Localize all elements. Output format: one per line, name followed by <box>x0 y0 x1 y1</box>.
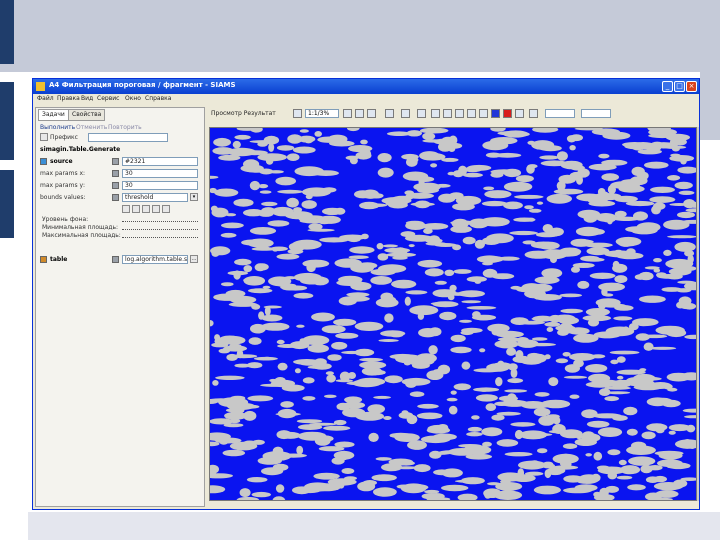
param-field[interactable]: 30 <box>122 181 198 190</box>
segmented-image[interactable] <box>209 127 697 501</box>
slide-accent-bar-3 <box>0 170 14 238</box>
minimize-button[interactable]: _ <box>662 81 673 92</box>
menu-window[interactable]: Окно <box>125 95 141 102</box>
slider-track[interactable] <box>122 233 198 238</box>
slider-label: Максимальная площадь: <box>42 232 121 239</box>
tool-icon[interactable] <box>142 205 150 213</box>
param-field[interactable]: threshold <box>122 193 188 202</box>
brush-icon[interactable] <box>467 109 476 118</box>
param-link-icon[interactable] <box>112 194 119 201</box>
maximize-button[interactable]: □ <box>674 81 685 92</box>
source-icon <box>40 158 47 165</box>
image-icon[interactable] <box>293 109 302 118</box>
close-button[interactable]: × <box>686 81 697 92</box>
operation-title: simagin.Table.Generate <box>40 146 121 153</box>
tool-icon[interactable] <box>162 205 170 213</box>
check-icon[interactable] <box>431 109 440 118</box>
table-field[interactable]: log.algorithm.table.stat <box>122 255 188 264</box>
properties-panel: Задачи Свойства Выполнить Отменить Повто… <box>35 107 205 507</box>
slide-bottom-band <box>28 512 720 540</box>
menu-file[interactable]: Файл <box>37 95 54 102</box>
slider-track[interactable] <box>122 217 198 222</box>
cursor-icon[interactable] <box>455 109 464 118</box>
image-toolbar: Просмотр Результат 1:1/3% <box>209 107 697 121</box>
tool-icon[interactable] <box>132 205 140 213</box>
run-link[interactable]: Выполнить <box>40 124 75 131</box>
slide-header-band <box>0 0 720 72</box>
undo-link[interactable]: Отменить <box>76 124 107 131</box>
zoom-out-icon[interactable] <box>355 109 364 118</box>
blue-color-swatch[interactable] <box>491 109 500 118</box>
menu-bar: Файл Правка Вид Сервис Окно Справка <box>33 94 699 105</box>
slider-label: Минимальная площадь: <box>42 224 119 231</box>
table-icon <box>40 256 47 263</box>
window-title: A4 Фильтрация пороговая / фрагмент - SIA… <box>49 81 236 89</box>
more-button[interactable]: … <box>190 255 198 263</box>
dropdown-arrow-icon[interactable]: ▾ <box>190 193 198 201</box>
param-link-icon[interactable] <box>112 182 119 189</box>
app-icon <box>36 82 45 91</box>
menu-service[interactable]: Сервис <box>97 95 119 102</box>
view-label: Просмотр Результат <box>211 110 276 117</box>
title-bar[interactable]: A4 Фильтрация пороговая / фрагмент - SIA… <box>33 79 699 94</box>
zoom-in-icon[interactable] <box>343 109 352 118</box>
source-label: source <box>50 158 73 165</box>
tool-icon[interactable] <box>152 205 160 213</box>
slide-right-band <box>700 72 720 140</box>
zoom-fit-icon[interactable] <box>367 109 376 118</box>
zoom-icon[interactable] <box>385 109 394 118</box>
menu-edit[interactable]: Правка <box>57 95 80 102</box>
red-color-swatch[interactable] <box>503 109 512 118</box>
pan-icon[interactable] <box>401 109 410 118</box>
source-link-icon[interactable] <box>112 158 119 165</box>
select-icon[interactable] <box>417 109 426 118</box>
info-icon[interactable] <box>529 109 538 118</box>
slide-accent-bar-1 <box>0 0 14 64</box>
slider-label: Уровень фона: <box>42 216 89 223</box>
tab-tasks[interactable]: Задачи <box>38 109 69 121</box>
prefix-checkbox[interactable] <box>40 133 48 141</box>
tool-icon[interactable] <box>122 205 130 213</box>
table-link-icon[interactable] <box>112 256 119 263</box>
source-field[interactable]: #2321 <box>122 157 198 166</box>
param-label: max params х: <box>40 170 86 177</box>
zoom-select[interactable]: 1:1/3% <box>305 109 339 118</box>
menu-help[interactable]: Справка <box>145 95 171 102</box>
value-field[interactable] <box>581 109 611 118</box>
param-field[interactable]: 30 <box>122 169 198 178</box>
pen-icon[interactable] <box>443 109 452 118</box>
prefix-label: Префикс <box>50 134 78 141</box>
value-field[interactable] <box>545 109 575 118</box>
param-label: bounds values: <box>40 194 86 201</box>
slide-accent-bar-2 <box>0 82 14 160</box>
image-scrollbar[interactable] <box>697 127 699 501</box>
tab-properties[interactable]: Свойства <box>68 109 106 121</box>
table-label: table <box>50 256 68 263</box>
app-window: A4 Фильтрация пороговая / фрагмент - SIA… <box>32 78 700 510</box>
prefix-input[interactable] <box>88 133 168 142</box>
redo-link[interactable]: Повторить <box>108 124 142 131</box>
settings-icon[interactable] <box>515 109 524 118</box>
menu-view[interactable]: Вид <box>81 95 93 102</box>
eraser-icon[interactable] <box>479 109 488 118</box>
threshold-image <box>210 128 696 500</box>
slider-track[interactable] <box>122 225 198 230</box>
param-link-icon[interactable] <box>112 170 119 177</box>
param-label: max params у: <box>40 182 86 189</box>
